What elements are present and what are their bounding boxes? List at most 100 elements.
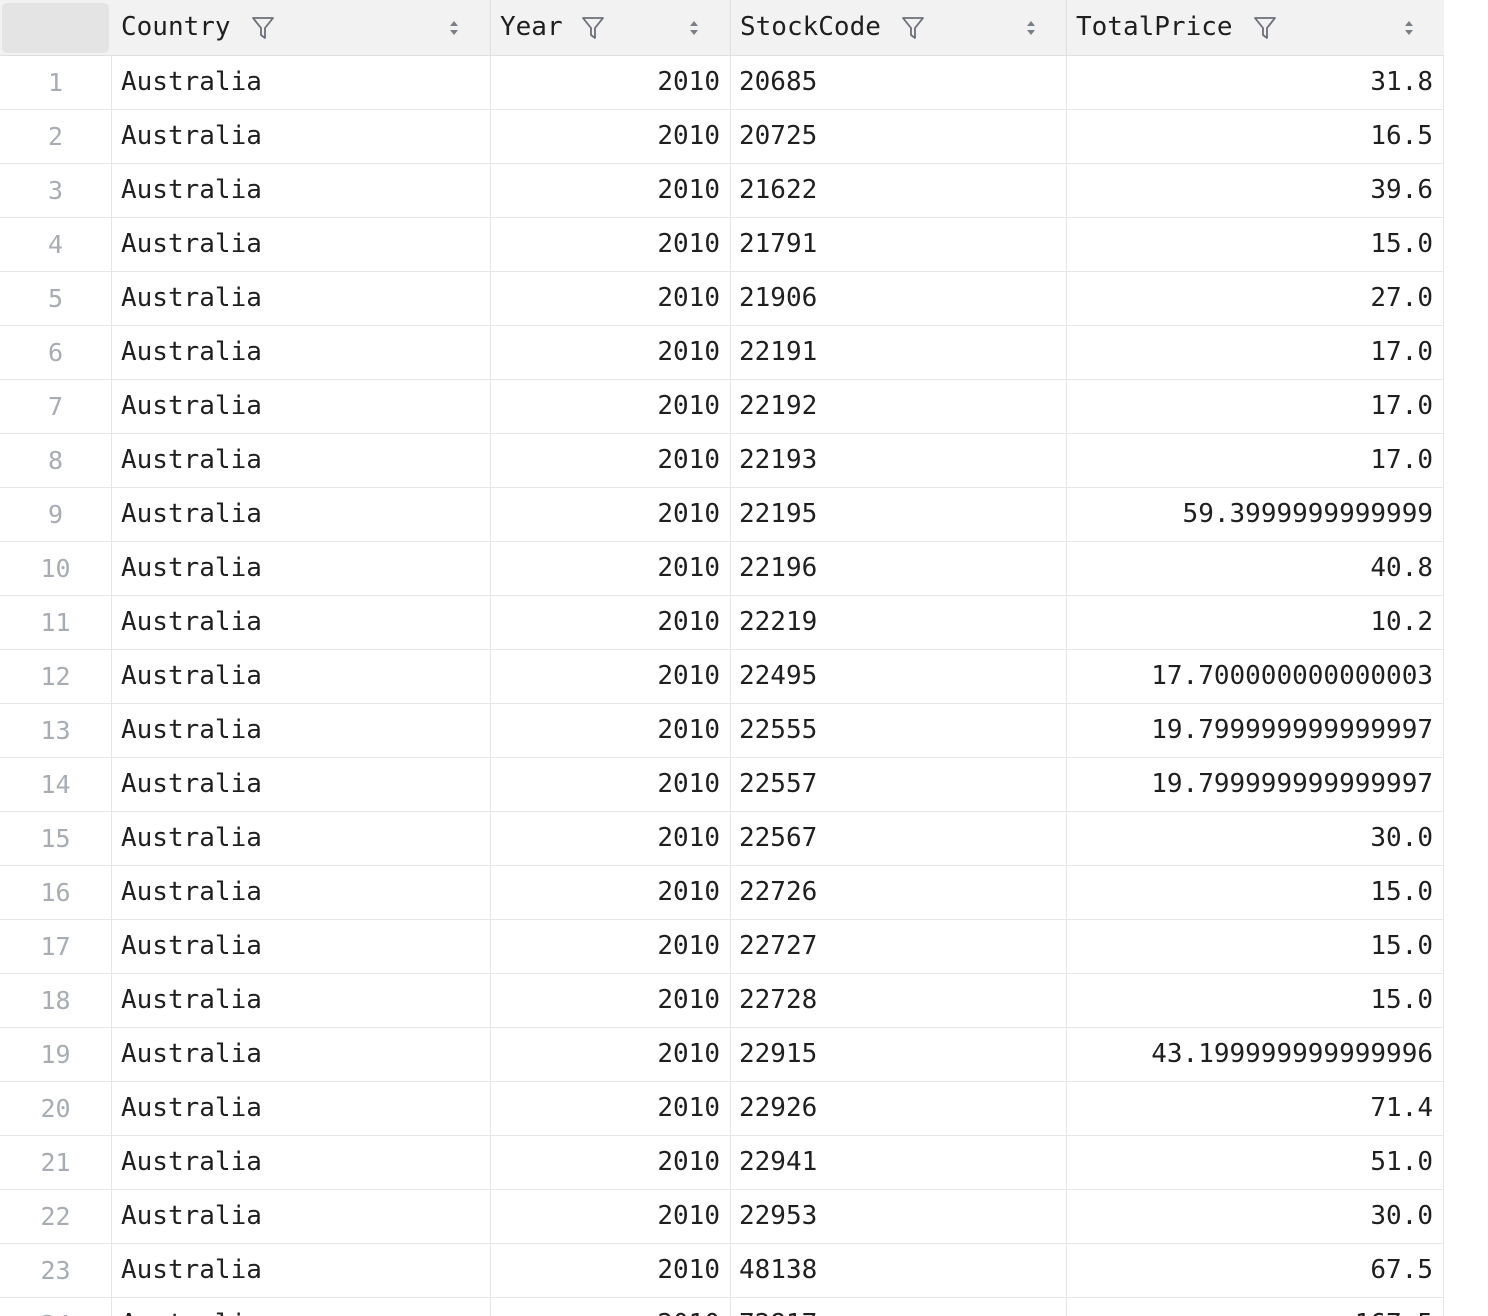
table-row[interactable]: 13 Australia 2010 22555 19.799999999999997 xyxy=(0,704,1444,758)
cell-year[interactable]: 2010 xyxy=(490,1082,730,1135)
cell-totalprice[interactable]: 15.0 xyxy=(1066,866,1444,919)
cell-country[interactable]: Australia xyxy=(111,110,490,163)
column-header-totalprice[interactable]: TotalPrice xyxy=(1066,0,1444,55)
filter-icon[interactable] xyxy=(251,15,275,41)
cell-year[interactable]: 2010 xyxy=(490,812,730,865)
cell-totalprice[interactable]: 71.4 xyxy=(1066,1082,1444,1135)
cell-year[interactable]: 2010 xyxy=(490,704,730,757)
cell-country[interactable]: Australia xyxy=(111,866,490,919)
table-row[interactable]: 6 Australia 2010 22191 17.0 xyxy=(0,326,1444,380)
cell-stockcode[interactable]: 20725 xyxy=(730,110,1066,163)
cell-totalprice[interactable]: 51.0 xyxy=(1066,1136,1444,1189)
cell-totalprice[interactable]: 15.0 xyxy=(1066,974,1444,1027)
cell-country[interactable]: Australia xyxy=(111,488,490,541)
select-all-corner[interactable] xyxy=(2,3,109,53)
cell-country[interactable]: Australia xyxy=(111,920,490,973)
table-row[interactable]: 8 Australia 2010 22193 17.0 xyxy=(0,434,1444,488)
table-row[interactable]: 14 Australia 2010 22557 19.799999999999997 xyxy=(0,758,1444,812)
cell-totalprice[interactable]: 43.199999999999996 xyxy=(1066,1028,1444,1081)
cell-totalprice[interactable]: 67.5 xyxy=(1066,1244,1444,1297)
table-row[interactable]: 12 Australia 2010 22495 17.700000000000003 xyxy=(0,650,1444,704)
cell-country[interactable]: Australia xyxy=(111,56,490,109)
cell-country[interactable]: Australia xyxy=(111,164,490,217)
cell-stockcode[interactable]: 21622 xyxy=(730,164,1066,217)
cell-stockcode[interactable]: 21906 xyxy=(730,272,1066,325)
cell-stockcode[interactable]: 22728 xyxy=(730,974,1066,1027)
cell-country[interactable]: Australia xyxy=(111,380,490,433)
table-row[interactable]: 16 Australia 2010 22726 15.0 xyxy=(0,866,1444,920)
table-row[interactable]: 18 Australia 2010 22728 15.0 xyxy=(0,974,1444,1028)
cell-country[interactable]: Australia xyxy=(111,812,490,865)
cell-year[interactable]: 2010 xyxy=(490,758,730,811)
cell-stockcode[interactable]: 22941 xyxy=(730,1136,1066,1189)
cell-stockcode[interactable]: 22495 xyxy=(730,650,1066,703)
cell-country[interactable]: Australia xyxy=(111,650,490,703)
cell-year[interactable]: 2010 xyxy=(490,272,730,325)
cell-country[interactable]: Australia xyxy=(111,1244,490,1297)
table-row[interactable]: 2 Australia 2010 20725 16.5 xyxy=(0,110,1444,164)
cell-totalprice[interactable]: 17.0 xyxy=(1066,434,1444,487)
cell-stockcode[interactable]: 22192 xyxy=(730,380,1066,433)
cell-stockcode[interactable]: 22727 xyxy=(730,920,1066,973)
cell-year[interactable]: 2010 xyxy=(490,326,730,379)
table-row[interactable]: 7 Australia 2010 22192 17.0 xyxy=(0,380,1444,434)
cell-year[interactable]: 2010 xyxy=(490,920,730,973)
cell-year[interactable]: 2010 xyxy=(490,380,730,433)
table-row[interactable]: 4 Australia 2010 21791 15.0 xyxy=(0,218,1444,272)
cell-totalprice[interactable]: 19.799999999999997 xyxy=(1066,704,1444,757)
cell-stockcode[interactable]: 20685 xyxy=(730,56,1066,109)
cell-stockcode[interactable]: 22557 xyxy=(730,758,1066,811)
cell-country[interactable]: Australia xyxy=(111,596,490,649)
cell-stockcode[interactable]: 22926 xyxy=(730,1082,1066,1135)
cell-year[interactable]: 2010 xyxy=(490,164,730,217)
column-header-year[interactable]: Year xyxy=(490,0,730,55)
cell-year[interactable]: 2010 xyxy=(490,434,730,487)
cell-totalprice[interactable]: 17.700000000000003 xyxy=(1066,650,1444,703)
cell-country[interactable]: Australia xyxy=(111,272,490,325)
table-row[interactable]: 1 Australia 2010 20685 31.8 xyxy=(0,56,1444,110)
cell-totalprice[interactable]: 19.799999999999997 xyxy=(1066,758,1444,811)
cell-totalprice[interactable]: 30.0 xyxy=(1066,812,1444,865)
sort-arrows-icon[interactable] xyxy=(688,19,700,37)
cell-country[interactable]: Australia xyxy=(111,1028,490,1081)
table-row[interactable]: 11 Australia 2010 22219 10.2 xyxy=(0,596,1444,650)
table-row[interactable]: 17 Australia 2010 22727 15.0 xyxy=(0,920,1444,974)
column-header-country[interactable]: Country xyxy=(111,0,490,55)
table-row[interactable]: 21 Australia 2010 22941 51.0 xyxy=(0,1136,1444,1190)
sort-arrows-icon[interactable] xyxy=(1025,19,1037,37)
filter-icon[interactable] xyxy=(1253,15,1277,41)
cell-totalprice[interactable]: 17.0 xyxy=(1066,326,1444,379)
cell-year[interactable]: 2010 xyxy=(490,110,730,163)
cell-year[interactable]: 2010 xyxy=(490,218,730,271)
table-row[interactable]: 10 Australia 2010 22196 40.8 xyxy=(0,542,1444,596)
cell-year[interactable]: 2010 xyxy=(490,596,730,649)
cell-totalprice[interactable]: 15.0 xyxy=(1066,920,1444,973)
cell-country[interactable]: Australia xyxy=(111,1190,490,1243)
cell-country[interactable]: Australia xyxy=(111,434,490,487)
cell-stockcode[interactable]: 22195 xyxy=(730,488,1066,541)
cell-year[interactable]: 2010 xyxy=(490,542,730,595)
cell-country[interactable]: Australia xyxy=(111,326,490,379)
cell-stockcode[interactable]: 21791 xyxy=(730,218,1066,271)
cell-stockcode[interactable]: 72817 xyxy=(730,1298,1066,1316)
cell-country[interactable]: Australia xyxy=(111,758,490,811)
table-row[interactable]: 24Australia201072817167.5 xyxy=(0,1298,1444,1316)
cell-totalprice[interactable]: 30.0 xyxy=(1066,1190,1444,1243)
table-row[interactable]: 23 Australia 2010 48138 67.5 xyxy=(0,1244,1444,1298)
cell-stockcode[interactable]: 22219 xyxy=(730,596,1066,649)
sort-arrows-icon[interactable] xyxy=(1403,19,1415,37)
sort-arrows-icon[interactable] xyxy=(448,19,460,37)
cell-country[interactable]: Australia xyxy=(111,1136,490,1189)
cell-year[interactable]: 2010 xyxy=(490,1190,730,1243)
table-row[interactable]: 3 Australia 2010 21622 39.6 xyxy=(0,164,1444,218)
cell-country[interactable]: Australia xyxy=(111,218,490,271)
cell-stockcode[interactable]: 22726 xyxy=(730,866,1066,919)
cell-year[interactable]: 2010 xyxy=(490,650,730,703)
cell-totalprice[interactable]: 59.3999999999999 xyxy=(1066,488,1444,541)
cell-country[interactable]: Australia xyxy=(111,1082,490,1135)
cell-stockcode[interactable]: 22953 xyxy=(730,1190,1066,1243)
column-header-stockcode[interactable]: StockCode xyxy=(730,0,1066,55)
cell-country[interactable]: Australia xyxy=(111,542,490,595)
table-row[interactable]: 22 Australia 2010 22953 30.0 xyxy=(0,1190,1444,1244)
cell-stockcode[interactable]: 22567 xyxy=(730,812,1066,865)
